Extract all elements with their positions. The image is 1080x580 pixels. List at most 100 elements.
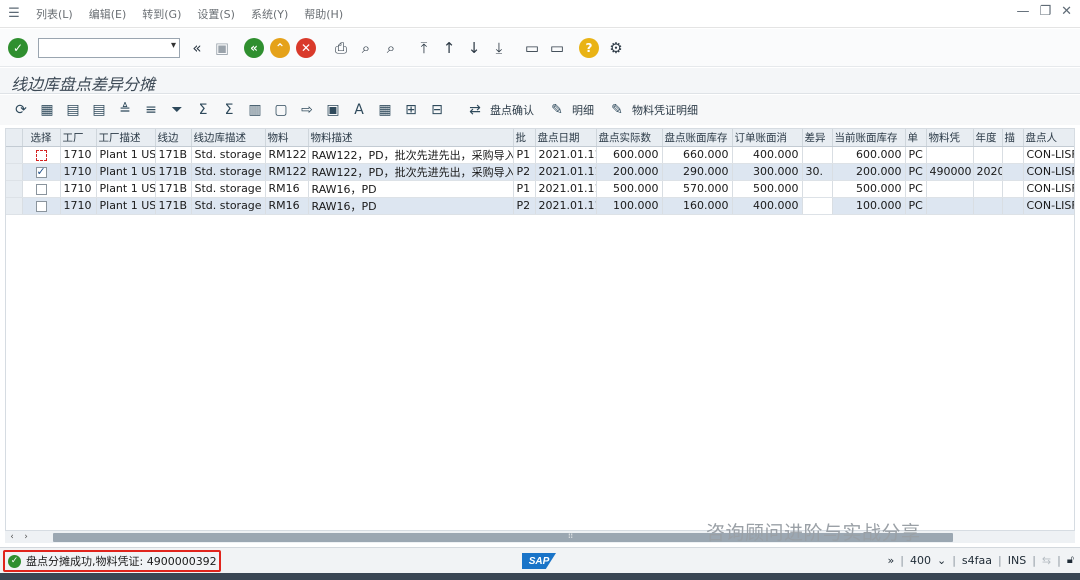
column-header-date[interactable]: 盘点日期 (535, 129, 597, 147)
export-icon[interactable]: ⇨ (296, 99, 318, 121)
find-icon[interactable]: ⌕ (355, 37, 377, 59)
menu-system[interactable]: 系统(Y) (251, 6, 288, 22)
cell-diff[interactable] (802, 180, 833, 198)
first-page-icon[interactable]: ⤒ (413, 37, 435, 59)
shortcut-icon[interactable]: ▭ (546, 37, 568, 59)
cell-diff[interactable] (802, 146, 833, 164)
column-header-diff[interactable]: 差异 (802, 129, 833, 147)
chevron-down-icon[interactable]: ▾ (171, 40, 176, 51)
row-selector[interactable] (6, 180, 23, 198)
column-header-line-desc[interactable]: 线边库描述 (191, 129, 266, 147)
help-button[interactable]: ? (579, 37, 599, 58)
cell-mat-doc[interactable] (926, 197, 974, 215)
column-header-line[interactable]: 线边 (155, 129, 192, 147)
last-page-icon[interactable]: ⤓ (488, 37, 510, 59)
command-input[interactable] (39, 38, 159, 57)
previous-page-icon[interactable]: ↑ (438, 37, 460, 59)
calculator-icon[interactable]: ▦ (36, 99, 58, 121)
sort-ascending-icon[interactable]: ≜ (114, 99, 136, 121)
row-checkbox[interactable] (35, 149, 47, 161)
double-left-icon[interactable]: « (186, 37, 208, 59)
hierarchy-icon[interactable]: ⊞ (400, 99, 422, 121)
material-doc-detail-button[interactable]: ✎ 物料凭证明细 (606, 99, 698, 121)
row-selector[interactable] (6, 163, 23, 181)
row-checkbox[interactable] (35, 165, 47, 178)
chevron-down-icon[interactable]: ⌄ (937, 554, 946, 567)
status-message[interactable]: ✓ 盘点分摊成功,物料凭证: 4900000392 (3, 550, 221, 572)
expand-icon[interactable]: » (888, 554, 895, 567)
command-field[interactable]: ▾ (38, 37, 180, 58)
column-header-current-book[interactable]: 当前账面库存 (832, 129, 906, 147)
abc-icon[interactable]: A (348, 99, 370, 121)
inventory-confirm-button[interactable]: ⇄ 盘点确认 (464, 99, 534, 121)
refresh-icon[interactable]: ⟳ (10, 99, 32, 121)
back-button[interactable]: « (244, 37, 264, 58)
exit-button[interactable]: ⌃ (270, 37, 290, 58)
find-next-icon[interactable]: ⌕ (380, 37, 402, 59)
table-row[interactable]: 1710 Plant 1 US 171B Std. storage 2 RM16… (6, 180, 1074, 198)
select-cell[interactable] (22, 180, 61, 198)
select-cell[interactable] (22, 163, 61, 181)
column-header-material-desc[interactable]: 物料描述 (308, 129, 514, 147)
column-header-order-consume[interactable]: 订单账面消 (732, 129, 803, 147)
row-checkbox[interactable] (35, 200, 47, 212)
next-page-icon[interactable]: ↓ (463, 37, 485, 59)
new-session-icon[interactable]: ▭ (521, 37, 543, 59)
filter-icon[interactable]: ⏷ (166, 99, 188, 121)
row-checkbox[interactable] (35, 183, 47, 195)
menu-edit[interactable]: 编辑(E) (89, 6, 127, 22)
select-cell[interactable] (22, 146, 61, 164)
lock-icon[interactable]: 🔓︎ (1067, 553, 1074, 567)
menu-settings[interactable]: 设置(S) (197, 6, 235, 22)
details-alt-icon[interactable]: ▤ (88, 99, 110, 121)
column-header-book[interactable]: 盘点账面库存 (662, 129, 733, 147)
cell-mat-doc[interactable] (926, 146, 974, 164)
enter-button[interactable]: ✓ (8, 37, 28, 58)
cell-mat-doc[interactable]: 490000 (926, 163, 974, 181)
subtotal-icon[interactable]: Σ (218, 99, 240, 121)
column-header-plant[interactable]: 工厂 (60, 129, 97, 147)
sort-descending-icon[interactable]: ≡ (140, 99, 162, 121)
export-excel-icon[interactable]: ▥ (244, 99, 266, 121)
sum-icon[interactable]: Σ (192, 99, 214, 121)
layout-icon[interactable]: ▣ (322, 99, 344, 121)
row-selector[interactable] (6, 146, 23, 164)
cell-diff[interactable] (802, 197, 833, 215)
row-selector[interactable] (6, 197, 23, 215)
column-header-unit[interactable]: 单 (905, 129, 927, 147)
gear-icon[interactable]: ⚙ (605, 37, 627, 59)
column-header-batch[interactable]: 批 (513, 129, 536, 147)
menu-list[interactable]: 列表(L) (36, 6, 73, 22)
detail-button[interactable]: ✎ 明细 (546, 99, 594, 121)
select-cell[interactable] (22, 197, 61, 215)
print-icon[interactable]: ⎙ (330, 37, 352, 59)
column-header-plant-desc[interactable]: 工厂描述 (96, 129, 156, 147)
column-header-select[interactable]: 选择 (22, 129, 61, 147)
close-icon[interactable]: ✕ (1061, 4, 1072, 19)
column-header-actual[interactable]: 盘点实际数 (596, 129, 663, 147)
print-preview-icon[interactable]: ▢ (270, 99, 292, 121)
cell-mat-doc[interactable] (926, 180, 974, 198)
scroll-left-icon[interactable]: ‹ (5, 532, 19, 542)
table-icon[interactable]: ▦ (374, 99, 396, 121)
column-header-mat-doc[interactable]: 物料凭 (926, 129, 974, 147)
input-mode[interactable]: INS (1008, 554, 1026, 567)
cell-diff[interactable]: 30. (802, 163, 833, 181)
scroll-right-icon[interactable]: › (19, 532, 33, 542)
column-header-material[interactable]: 物料 (265, 129, 309, 147)
details-icon[interactable]: ▤ (62, 99, 84, 121)
menu-help[interactable]: 帮助(H) (304, 6, 343, 22)
table-row[interactable]: 1710 Plant 1 US 171B Std. storage 2 RM16… (6, 197, 1074, 215)
column-header-desc[interactable]: 描 (1002, 129, 1024, 147)
restore-icon[interactable]: ❐ (1039, 4, 1051, 19)
cancel-button[interactable]: ✕ (296, 37, 316, 58)
table-row[interactable]: 1710 Plant 1 US 171B Std. storage 2 RM12… (6, 146, 1074, 164)
column-header-counter[interactable]: 盘点人 (1023, 129, 1074, 147)
column-header-year[interactable]: 年度 (973, 129, 1003, 147)
table-row[interactable]: 1710 Plant 1 US 171B Std. storage 2 RM12… (6, 163, 1074, 181)
save-icon[interactable]: ▣ (211, 37, 233, 59)
tree-icon[interactable]: ⊟ (426, 99, 448, 121)
row-selector-header[interactable] (6, 129, 23, 147)
minimize-icon[interactable]: — (1016, 4, 1029, 19)
menu-goto[interactable]: 转到(G) (142, 6, 181, 22)
